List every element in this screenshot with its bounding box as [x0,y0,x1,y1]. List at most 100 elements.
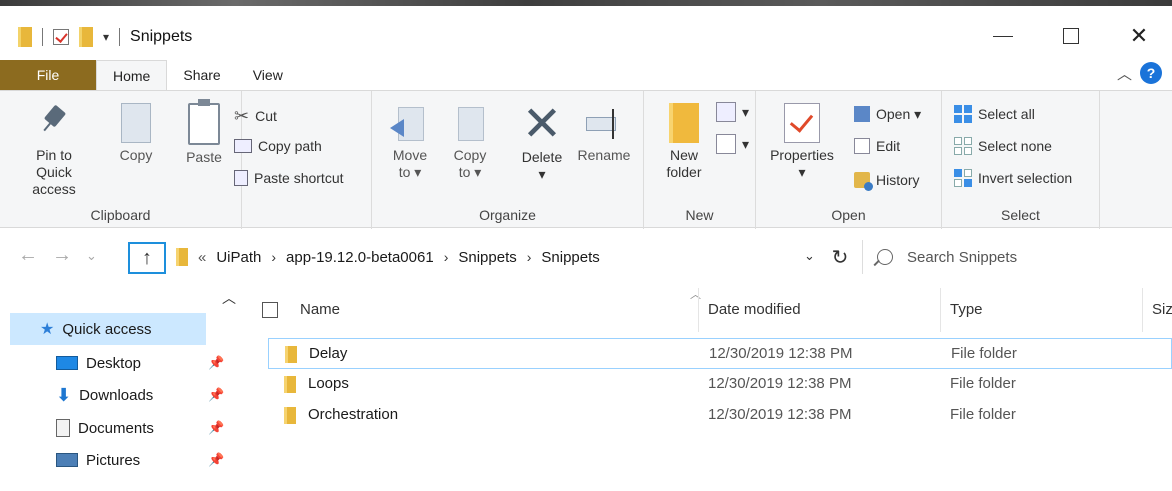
tab-file[interactable]: File [0,60,96,90]
column-divider[interactable] [1142,288,1143,332]
search-input[interactable]: Search Snippets [907,249,1017,266]
tab-view[interactable]: View [237,60,299,90]
maximize-button[interactable] [1048,16,1094,56]
cut-button[interactable]: ✂ Cut [234,105,277,127]
breadcrumb-item[interactable]: Snippets [541,249,599,266]
recent-locations-chevron-icon[interactable]: ⌄ [86,248,97,264]
invert-selection-button[interactable]: Invert selection [954,167,1072,189]
search-box[interactable]: Search Snippets [862,240,1162,274]
pin-icon: 📌 [208,387,225,402]
history-button[interactable]: History [854,169,920,191]
dropdown-icon: ▾ [742,135,750,152]
paste-button[interactable]: Paste [184,99,224,166]
dropdown-icon: ▾ [742,103,750,120]
tab-home[interactable]: Home [96,60,168,90]
pin-to-quick-access-button[interactable]: Pin to Quick access [18,103,90,198]
quick-access-toolbar: ▾ Snippets [18,26,192,48]
address-history-chevron-icon[interactable]: ⌄ [804,248,815,264]
collapse-ribbon-icon[interactable]: ︿ [1117,63,1132,84]
documents-icon [56,419,70,437]
table-row[interactable]: Orchestration 12/30/2019 12:38 PM File f… [268,400,1172,431]
file-date: 12/30/2019 12:38 PM [708,375,852,392]
customize-qat-dropdown[interactable]: ▾ [103,30,109,44]
copy-path-label: Copy path [258,138,322,154]
folder-icon[interactable] [18,27,32,47]
properties-icon [784,103,820,143]
group-label-clipboard: Clipboard [90,207,151,223]
nav-item-downloads[interactable]: ⬇ Downloads 📌 [12,379,224,411]
new-item-button[interactable]: ▾ [716,101,749,123]
title-bar: ▾ Snippets ✕ [0,0,1172,58]
close-button[interactable]: ✕ [1116,16,1162,56]
delete-button[interactable]: ✕ Delete ▾ [518,101,566,183]
paste-shortcut-label: Paste shortcut [254,170,344,186]
minimize-button[interactable] [980,16,1026,56]
pin-icon: 📌 [208,355,225,370]
select-all-button[interactable]: Select all [954,103,1035,125]
breadcrumb-item[interactable]: app-19.12.0-beta0061 [286,249,434,266]
column-header-date[interactable]: Date modified [708,301,801,318]
sort-ascending-icon: ︿ [690,289,701,301]
forward-arrow-icon[interactable]: → [52,244,72,267]
up-button[interactable]: ↑ [128,242,166,274]
properties-check-icon[interactable] [53,29,69,45]
properties-dropdown[interactable]: ▾ [798,164,805,181]
column-header-name[interactable]: Name [300,301,340,318]
help-icon[interactable]: ? [1140,62,1162,84]
table-row[interactable]: Loops 12/30/2019 12:38 PM File folder [268,369,1172,400]
breadcrumb[interactable]: « UiPath › app-19.12.0-beta0061 › Snippe… [168,240,854,274]
table-row[interactable]: Delay 12/30/2019 12:38 PM File folder [268,338,1172,369]
nav-quick-access[interactable]: ★ Quick access [10,313,206,345]
edit-button[interactable]: Edit [854,135,900,157]
back-arrow-icon[interactable]: ← [18,244,38,267]
paste-shortcut-button[interactable]: Paste shortcut [234,167,344,189]
new-folder-button[interactable]: New folder [664,103,704,181]
move-to-icon [390,103,430,143]
select-none-button[interactable]: Select none [954,135,1052,157]
ribbon-controls: ︿ ? [1117,62,1162,84]
easy-access-button[interactable]: ▾ [716,133,749,155]
nav-item-label: Pictures [86,451,141,469]
file-list: ︿ Name Date modified Type Siz Delay 12/3… [246,284,1172,491]
group-label-open: Open [831,207,866,223]
folder-icon [285,346,297,363]
nav-item-documents[interactable]: Documents 📌 [12,412,224,444]
select-all-checkbox[interactable] [262,302,278,318]
select-none-icon [954,137,972,155]
tab-share[interactable]: Share [167,60,236,90]
chevron-right-icon[interactable]: › [271,249,276,265]
column-divider[interactable] [940,288,941,332]
select-all-icon [954,105,972,123]
group-label-new: New [685,207,714,223]
nav-item-pictures[interactable]: Pictures 📌 [12,444,224,476]
nav-item-desktop[interactable]: Desktop 📌 [12,347,224,379]
breadcrumb-item[interactable]: Snippets [458,249,516,266]
pictures-icon [56,453,78,467]
download-arrow-icon: ⬇ [56,384,72,405]
pin-icon: 📌 [208,452,225,467]
group-organize: Move to ▾ Copy to ▾ ✕ Delete ▾ Rename Or… [372,91,644,229]
copy-to-button[interactable]: Copy to ▾ [448,103,492,181]
new-folder-icon[interactable] [79,27,93,47]
rename-icon [584,103,624,143]
column-header-size[interactable]: Siz [1152,301,1172,318]
pin-icon [38,103,70,143]
chevron-right-icon[interactable]: › [527,249,532,265]
copy-path-button[interactable]: Copy path [234,135,322,157]
move-to-button[interactable]: Move to ▾ [388,103,432,181]
breadcrumb-overflow[interactable]: « [198,249,206,266]
open-icon [854,106,870,122]
chevron-right-icon[interactable]: › [444,249,449,265]
open-button[interactable]: Open ▾ [854,103,921,125]
copy-button[interactable]: Copy [116,103,156,164]
delete-dropdown[interactable]: ▾ [538,166,545,183]
group-clipboard: Pin to Quick access Copy Paste Clipboard [0,91,242,229]
properties-button[interactable]: Properties ▾ [770,103,834,181]
column-divider[interactable] [698,288,699,332]
breadcrumb-item[interactable]: UiPath [216,249,261,266]
new-item-icon [716,102,736,122]
rename-button[interactable]: Rename [576,103,632,164]
refresh-button[interactable]: ↻ [820,240,860,274]
scroll-up-icon[interactable]: ︿ [222,288,236,308]
column-header-type[interactable]: Type [950,301,983,318]
